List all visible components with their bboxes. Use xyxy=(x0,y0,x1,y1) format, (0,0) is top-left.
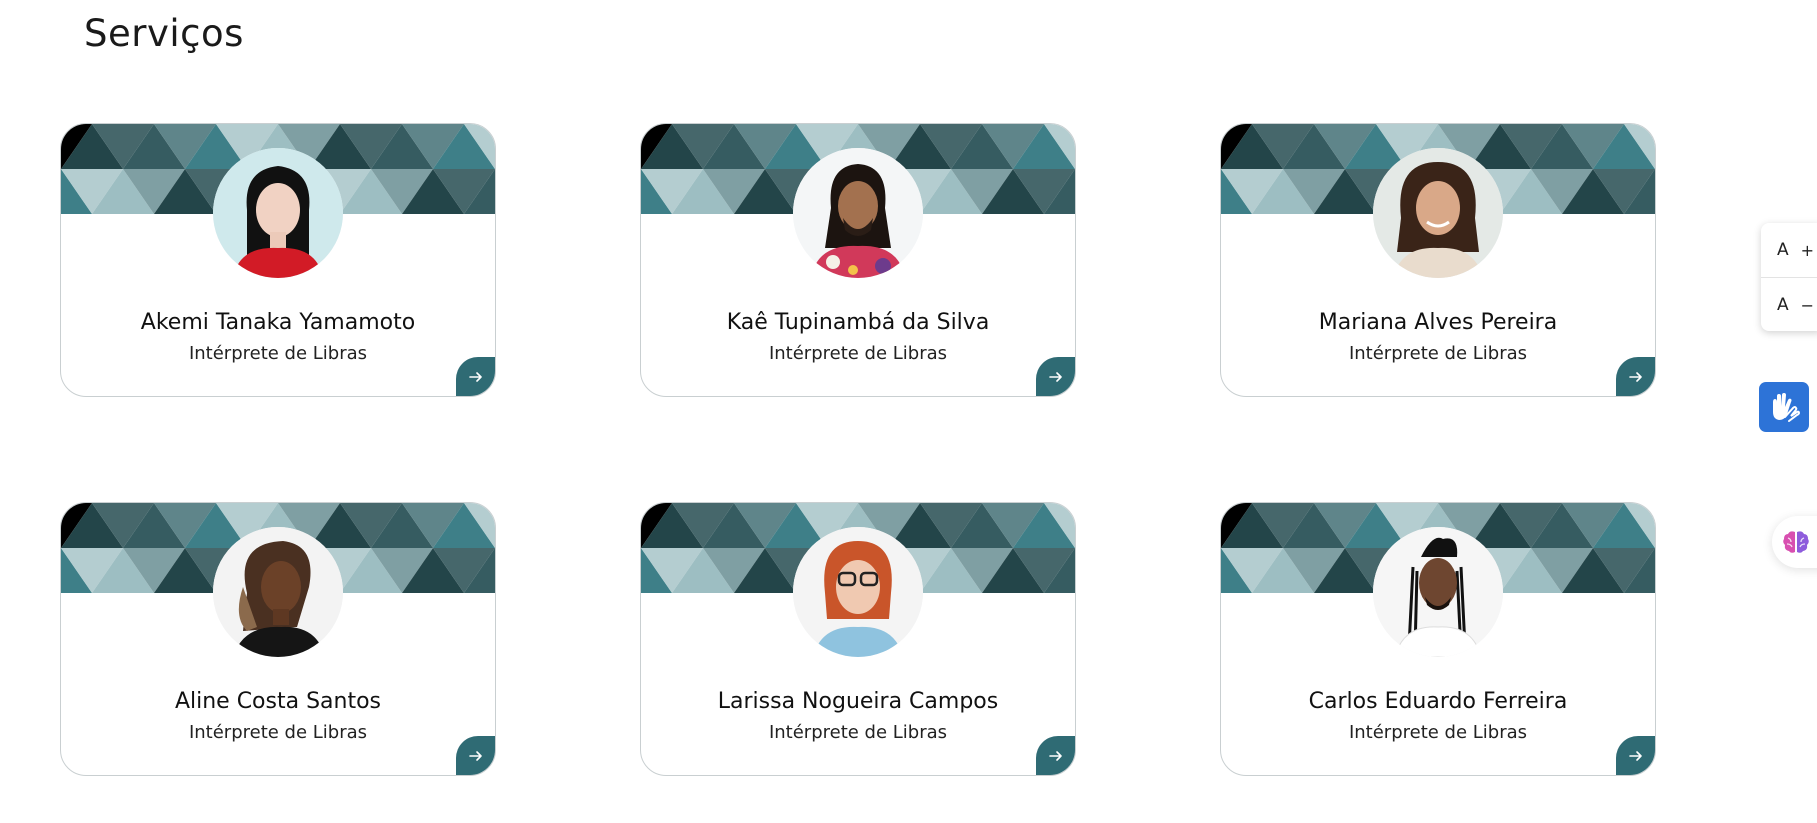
card-arrow-button[interactable] xyxy=(1036,357,1075,396)
interpreter-card[interactable]: Carlos Eduardo Ferreira Intérprete de Li… xyxy=(1220,502,1656,776)
minus-icon: − xyxy=(1800,295,1815,315)
card-role: Intérprete de Libras xyxy=(1348,343,1528,364)
card-role: Intérprete de Libras xyxy=(768,343,948,364)
card-name: Kaê Tupinambá da Silva xyxy=(726,310,990,335)
banner-triangle xyxy=(495,124,496,169)
card-name: Akemi Tanaka Yamamoto xyxy=(140,310,416,335)
banner-triangle xyxy=(495,503,496,548)
sign-language-hands-icon xyxy=(1773,393,1801,422)
banner-triangle xyxy=(1655,124,1656,169)
banner-triangle xyxy=(1075,548,1076,593)
avatar xyxy=(793,148,923,278)
font-decrease-button[interactable]: A − xyxy=(1761,278,1817,332)
libras-widget-button[interactable] xyxy=(1759,382,1809,432)
card-name: Aline Costa Santos xyxy=(174,689,382,714)
card-role: Intérprete de Libras xyxy=(188,722,368,743)
interpreter-card[interactable]: Larissa Nogueira Campos Intérprete de Li… xyxy=(640,502,1076,776)
card-name: Mariana Alves Pereira xyxy=(1318,310,1558,335)
brain-accessibility-button[interactable] xyxy=(1772,516,1817,568)
arrow-right-icon xyxy=(469,372,482,382)
services-page: Serviços Akemi Tanaka Yamamoto Intérpret… xyxy=(0,0,1817,823)
avatar-photo xyxy=(793,148,923,278)
card-role: Intérprete de Libras xyxy=(188,343,368,364)
avatar xyxy=(1373,527,1503,657)
banner-triangle xyxy=(1655,503,1656,548)
interpreter-card[interactable]: Aline Costa Santos Intérprete de Libras xyxy=(60,502,496,776)
arrow-right-icon xyxy=(1629,751,1642,761)
card-name: Carlos Eduardo Ferreira xyxy=(1308,689,1568,714)
brain-icon xyxy=(1783,531,1809,553)
avatar xyxy=(1373,148,1503,278)
banner-triangle xyxy=(495,548,496,593)
card-role: Intérprete de Libras xyxy=(768,722,948,743)
interpreter-card[interactable]: Kaê Tupinambá da Silva Intérprete de Lib… xyxy=(640,123,1076,397)
banner-triangle xyxy=(1655,548,1656,593)
card-arrow-button[interactable] xyxy=(1616,357,1655,396)
interpreter-card[interactable]: Mariana Alves Pereira Intérprete de Libr… xyxy=(1220,123,1656,397)
card-name: Larissa Nogueira Campos xyxy=(717,689,999,714)
avatar xyxy=(793,527,923,657)
avatar-photo xyxy=(1373,527,1503,657)
banner-triangle xyxy=(1075,124,1076,169)
card-arrow-button[interactable] xyxy=(456,357,495,396)
banner-triangle xyxy=(495,169,496,214)
banner-triangle xyxy=(1075,169,1076,214)
banner-triangle xyxy=(1075,503,1076,548)
font-increase-button[interactable]: A + xyxy=(1761,223,1817,277)
card-arrow-button[interactable] xyxy=(456,736,495,775)
arrow-right-icon xyxy=(1049,372,1062,382)
avatar xyxy=(213,148,343,278)
plus-icon: + xyxy=(1800,240,1815,260)
avatar-photo xyxy=(793,527,923,657)
font-size-panel: A + A − xyxy=(1761,223,1817,331)
arrow-right-icon xyxy=(469,751,482,761)
arrow-right-icon xyxy=(1629,372,1642,382)
avatar-photo xyxy=(213,527,343,657)
card-arrow-button[interactable] xyxy=(1036,736,1075,775)
avatar-photo xyxy=(1373,148,1503,278)
font-decrease-letter: A xyxy=(1777,295,1789,315)
arrow-right-icon xyxy=(1049,751,1062,761)
page-title: Serviços xyxy=(84,12,244,55)
avatar-photo xyxy=(213,148,343,278)
banner-triangle xyxy=(1655,169,1656,214)
card-role: Intérprete de Libras xyxy=(1348,722,1528,743)
font-increase-letter: A xyxy=(1777,240,1789,260)
card-arrow-button[interactable] xyxy=(1616,736,1655,775)
interpreter-card[interactable]: Akemi Tanaka Yamamoto Intérprete de Libr… xyxy=(60,123,496,397)
avatar xyxy=(213,527,343,657)
